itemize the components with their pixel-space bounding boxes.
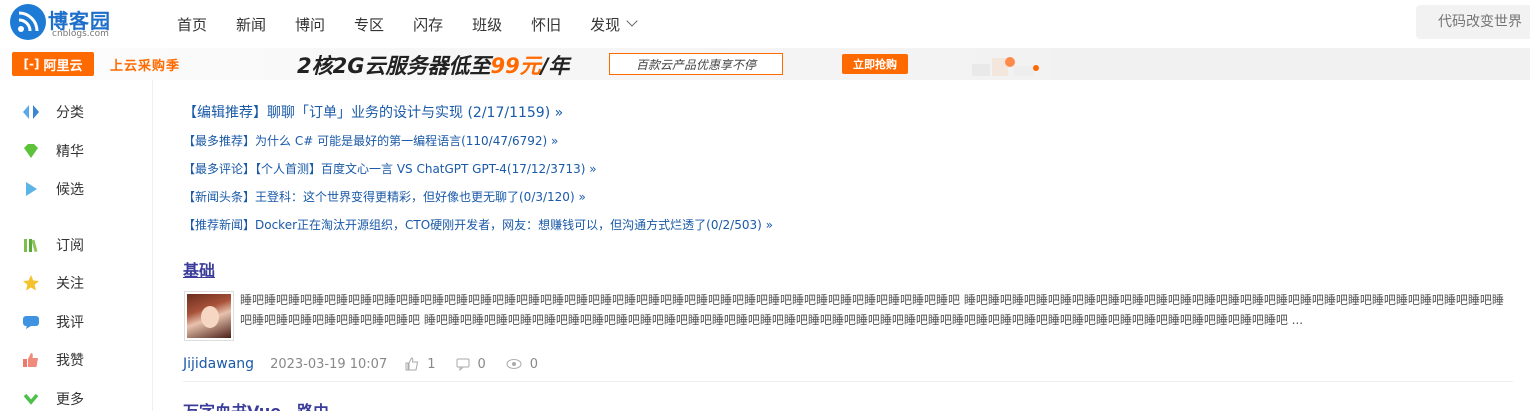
books-icon bbox=[22, 236, 40, 254]
nav-discover-label: 发现 bbox=[590, 15, 621, 34]
avatar-image bbox=[187, 294, 231, 338]
ad-brand-label: 阿里云 bbox=[43, 58, 83, 74]
post-divider bbox=[183, 381, 1513, 382]
top-navbar: 博客园 cnblogs.com 首页 新闻 博问 专区 闪存 班级 怀旧 发现 bbox=[0, 0, 1530, 48]
aliyun-logo: [-] 阿里云 bbox=[12, 52, 94, 76]
nav-class[interactable]: 班级 bbox=[472, 14, 502, 35]
nav-news[interactable]: 新闻 bbox=[236, 14, 266, 35]
ad-headline-prefix: 2核2G云服务器低至 bbox=[297, 54, 491, 78]
nav-questions[interactable]: 博问 bbox=[295, 14, 325, 35]
play-icon bbox=[22, 180, 40, 198]
site-logo[interactable]: 博客园 cnblogs.com bbox=[10, 4, 120, 42]
comment-count-value: 0 bbox=[477, 356, 486, 372]
main-nav: 首页 新闻 博问 专区 闪存 班级 怀旧 发现 bbox=[177, 0, 665, 48]
like-count-value: 1 bbox=[427, 356, 436, 372]
ad-cta-button[interactable]: 立即抢购 bbox=[842, 54, 908, 74]
next-post-title[interactable]: 万字血书Vue—路由 bbox=[183, 398, 329, 411]
sidebar-item-more[interactable]: 更多 bbox=[22, 387, 84, 411]
ad-headline: 2核2G云服务器低至99元/年 bbox=[297, 50, 569, 80]
sidebar-item-label: 候选 bbox=[56, 182, 84, 198]
sidebar-item-candidate[interactable]: 候选 bbox=[22, 177, 84, 201]
sidebar-item-subscribe[interactable]: 订阅 bbox=[22, 233, 84, 257]
star-icon bbox=[22, 274, 40, 292]
sidebar-item-label: 我赞 bbox=[56, 353, 84, 369]
sidebar-item-featured[interactable]: 精华 bbox=[22, 139, 84, 163]
post-title[interactable]: 基础 bbox=[183, 257, 215, 281]
author-avatar[interactable] bbox=[184, 291, 234, 341]
thumb-up-icon bbox=[405, 357, 419, 371]
nav-nostalgia[interactable]: 怀旧 bbox=[531, 14, 561, 35]
headline-most-commented[interactable]: 【最多评论】【个人首测】百度文心一言 VS ChatGPT GPT-4(17/1… bbox=[183, 160, 597, 177]
chevron-down-icon bbox=[22, 390, 40, 408]
post-meta: Jijidawang 2023-03-19 10:07 1 0 0 bbox=[183, 354, 558, 374]
sidebar-item-my-likes[interactable]: 我赞 bbox=[22, 348, 84, 372]
view-count[interactable]: 0 bbox=[506, 357, 538, 372]
nav-zones[interactable]: 专区 bbox=[354, 14, 384, 35]
headline-recommended-news[interactable]: 【推荐新闻】Docker正在淘汰开源组织，CTO硬刚开发者，网友：想赚钱可以，但… bbox=[183, 216, 773, 233]
ad-content[interactable]: [-] 阿里云 上云采购季 2核2G云服务器低至99元/年 百款云产品优惠享不停… bbox=[0, 48, 1050, 80]
sidebar-item-label: 关注 bbox=[56, 276, 84, 292]
nav-home[interactable]: 首页 bbox=[177, 14, 207, 35]
chevron-down-icon bbox=[626, 15, 638, 27]
search-input[interactable] bbox=[1416, 5, 1530, 39]
headline-most-recommended[interactable]: 【最多推荐】为什么 C# 可能是最好的第一编程语言(110/47/6792) » bbox=[183, 132, 558, 149]
aliyun-mark-icon: [-] bbox=[23, 57, 40, 71]
post-author[interactable]: Jijidawang bbox=[183, 356, 254, 372]
avatar-face bbox=[201, 306, 219, 328]
diamond-icon bbox=[22, 103, 40, 121]
sidebar-item-label: 分类 bbox=[56, 105, 84, 121]
gem-icon bbox=[22, 142, 40, 160]
comment-icon bbox=[22, 313, 40, 331]
sidebar-item-my-comments[interactable]: 我评 bbox=[22, 310, 84, 334]
logo-subtitle: cnblogs.com bbox=[52, 29, 109, 39]
ad-campaign: 上云采购季 bbox=[110, 59, 181, 74]
view-count-value: 0 bbox=[529, 356, 539, 372]
post-summary: 睡吧睡吧睡吧睡吧睡吧睡吧睡吧睡吧睡吧睡吧睡吧睡吧睡吧睡吧睡吧睡吧睡吧睡吧睡吧睡吧… bbox=[240, 293, 1504, 327]
sidebar-item-label: 更多 bbox=[56, 392, 84, 408]
ad-subtitle: 百款云产品优惠享不停 bbox=[609, 53, 783, 75]
sidebar-item-label: 我评 bbox=[56, 315, 84, 331]
ad-brand: [-] 阿里云 bbox=[12, 52, 94, 76]
sidebar-item-follow[interactable]: 关注 bbox=[22, 271, 84, 295]
sidebar-item-category[interactable]: 分类 bbox=[22, 100, 84, 124]
left-sidebar: 分类 精华 候选 订阅 关注 我评 我赞 更多 bbox=[0, 80, 153, 411]
ad-headline-suffix: /年 bbox=[540, 54, 570, 78]
ad-headline-price: 99元 bbox=[490, 54, 541, 78]
post-date: 2023-03-19 10:07 bbox=[270, 356, 388, 372]
comment-count[interactable]: 0 bbox=[456, 357, 486, 372]
nav-discover[interactable]: 发现 bbox=[590, 14, 638, 35]
ad-decoration-icon bbox=[962, 52, 1042, 78]
main-content: 【编辑推荐】聊聊「订单」业务的设计与实现 (2/17/1159) » 【最多推荐… bbox=[153, 80, 1530, 411]
headline-editor-pick[interactable]: 【编辑推荐】聊聊「订单」业务的设计与实现 (2/17/1159) » bbox=[183, 102, 563, 122]
sidebar-item-label: 订阅 bbox=[56, 238, 84, 254]
comment-icon bbox=[456, 358, 469, 371]
headline-top-news[interactable]: 【新闻头条】王登科：这个世界变得更精彩，但好像也更无聊了(0/3/120) » bbox=[183, 188, 586, 205]
sidebar-item-label: 精华 bbox=[56, 144, 84, 160]
thumb-up-icon bbox=[22, 351, 40, 369]
nav-flash[interactable]: 闪存 bbox=[413, 14, 443, 35]
eye-icon bbox=[506, 359, 522, 369]
ad-banner: [-] 阿里云 上云采购季 2核2G云服务器低至99元/年 百款云产品优惠享不停… bbox=[0, 48, 1530, 80]
like-count[interactable]: 1 bbox=[405, 356, 436, 372]
rss-logo-icon bbox=[10, 4, 46, 40]
